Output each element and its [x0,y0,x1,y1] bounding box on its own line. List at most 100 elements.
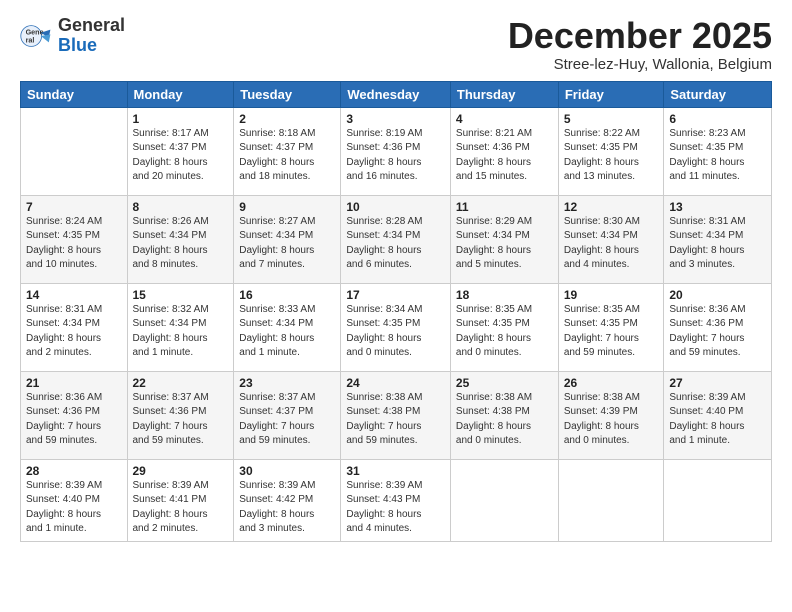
table-row: 12Sunrise: 8:30 AM Sunset: 4:34 PM Dayli… [558,195,664,283]
day-number: 17 [346,288,445,302]
calendar-header-row: Sunday Monday Tuesday Wednesday Thursday… [21,81,772,107]
day-info: Sunrise: 8:19 AM Sunset: 4:36 PM Dayligh… [346,127,445,185]
table-row: 6Sunrise: 8:23 AM Sunset: 4:35 PM Daylig… [664,107,772,195]
table-row: 13Sunrise: 8:31 AM Sunset: 4:34 PM Dayli… [664,195,772,283]
day-info: Sunrise: 8:33 AM Sunset: 4:34 PM Dayligh… [239,303,335,361]
day-info: Sunrise: 8:26 AM Sunset: 4:34 PM Dayligh… [133,215,229,273]
table-row: 9Sunrise: 8:27 AM Sunset: 4:34 PM Daylig… [234,195,341,283]
table-row: 4Sunrise: 8:21 AM Sunset: 4:36 PM Daylig… [450,107,558,195]
table-row: 14Sunrise: 8:31 AM Sunset: 4:34 PM Dayli… [21,283,128,371]
table-row: 3Sunrise: 8:19 AM Sunset: 4:36 PM Daylig… [341,107,451,195]
day-number: 23 [239,376,335,390]
day-info: Sunrise: 8:36 AM Sunset: 4:36 PM Dayligh… [669,303,766,361]
day-info: Sunrise: 8:39 AM Sunset: 4:42 PM Dayligh… [239,479,335,537]
table-row: 17Sunrise: 8:34 AM Sunset: 4:35 PM Dayli… [341,283,451,371]
day-info: Sunrise: 8:39 AM Sunset: 4:40 PM Dayligh… [26,479,122,537]
day-number: 5 [564,112,659,126]
day-number: 18 [456,288,553,302]
day-info: Sunrise: 8:38 AM Sunset: 4:38 PM Dayligh… [346,391,445,449]
day-number: 9 [239,200,335,214]
day-info: Sunrise: 8:27 AM Sunset: 4:34 PM Dayligh… [239,215,335,273]
day-info: Sunrise: 8:31 AM Sunset: 4:34 PM Dayligh… [26,303,122,361]
table-row: 5Sunrise: 8:22 AM Sunset: 4:35 PM Daylig… [558,107,664,195]
day-number: 20 [669,288,766,302]
day-number: 24 [346,376,445,390]
col-thursday: Thursday [450,81,558,107]
day-info: Sunrise: 8:36 AM Sunset: 4:36 PM Dayligh… [26,391,122,449]
location-subtitle: Stree-lez-Huy, Wallonia, Belgium [508,56,772,73]
table-row [21,107,128,195]
table-row: 20Sunrise: 8:36 AM Sunset: 4:36 PM Dayli… [664,283,772,371]
col-friday: Friday [558,81,664,107]
day-info: Sunrise: 8:34 AM Sunset: 4:35 PM Dayligh… [346,303,445,361]
page-container: Gene- ral General Blue December 2025 Str… [0,0,792,552]
day-number: 6 [669,112,766,126]
day-number: 11 [456,200,553,214]
table-row [450,459,558,541]
day-info: Sunrise: 8:32 AM Sunset: 4:34 PM Dayligh… [133,303,229,361]
day-info: Sunrise: 8:38 AM Sunset: 4:39 PM Dayligh… [564,391,659,449]
day-info: Sunrise: 8:21 AM Sunset: 4:36 PM Dayligh… [456,127,553,185]
table-row: 1Sunrise: 8:17 AM Sunset: 4:37 PM Daylig… [127,107,234,195]
day-number: 4 [456,112,553,126]
table-row: 26Sunrise: 8:38 AM Sunset: 4:39 PM Dayli… [558,371,664,459]
logo-text: General Blue [58,16,125,56]
day-number: 19 [564,288,659,302]
day-number: 29 [133,464,229,478]
day-info: Sunrise: 8:39 AM Sunset: 4:40 PM Dayligh… [669,391,766,449]
table-row: 8Sunrise: 8:26 AM Sunset: 4:34 PM Daylig… [127,195,234,283]
day-number: 28 [26,464,122,478]
day-number: 16 [239,288,335,302]
col-tuesday: Tuesday [234,81,341,107]
col-wednesday: Wednesday [341,81,451,107]
svg-text:ral: ral [26,35,35,44]
day-info: Sunrise: 8:24 AM Sunset: 4:35 PM Dayligh… [26,215,122,273]
day-number: 30 [239,464,335,478]
month-title: December 2025 [508,16,772,56]
table-row: 22Sunrise: 8:37 AM Sunset: 4:36 PM Dayli… [127,371,234,459]
day-info: Sunrise: 8:28 AM Sunset: 4:34 PM Dayligh… [346,215,445,273]
table-row: 30Sunrise: 8:39 AM Sunset: 4:42 PM Dayli… [234,459,341,541]
day-number: 7 [26,200,122,214]
day-info: Sunrise: 8:22 AM Sunset: 4:35 PM Dayligh… [564,127,659,185]
day-info: Sunrise: 8:31 AM Sunset: 4:34 PM Dayligh… [669,215,766,273]
day-number: 8 [133,200,229,214]
day-number: 25 [456,376,553,390]
logo-icon: Gene- ral [20,20,52,52]
day-info: Sunrise: 8:17 AM Sunset: 4:37 PM Dayligh… [133,127,229,185]
table-row [558,459,664,541]
day-number: 1 [133,112,229,126]
day-number: 14 [26,288,122,302]
day-info: Sunrise: 8:39 AM Sunset: 4:41 PM Dayligh… [133,479,229,537]
title-block: December 2025 Stree-lez-Huy, Wallonia, B… [508,16,772,73]
table-row: 10Sunrise: 8:28 AM Sunset: 4:34 PM Dayli… [341,195,451,283]
day-info: Sunrise: 8:37 AM Sunset: 4:36 PM Dayligh… [133,391,229,449]
table-row: 16Sunrise: 8:33 AM Sunset: 4:34 PM Dayli… [234,283,341,371]
table-row: 21Sunrise: 8:36 AM Sunset: 4:36 PM Dayli… [21,371,128,459]
table-row: 29Sunrise: 8:39 AM Sunset: 4:41 PM Dayli… [127,459,234,541]
table-row: 11Sunrise: 8:29 AM Sunset: 4:34 PM Dayli… [450,195,558,283]
day-info: Sunrise: 8:39 AM Sunset: 4:43 PM Dayligh… [346,479,445,537]
day-number: 27 [669,376,766,390]
table-row: 18Sunrise: 8:35 AM Sunset: 4:35 PM Dayli… [450,283,558,371]
logo-blue: Blue [58,35,97,55]
day-number: 2 [239,112,335,126]
day-number: 31 [346,464,445,478]
day-info: Sunrise: 8:37 AM Sunset: 4:37 PM Dayligh… [239,391,335,449]
table-row: 7Sunrise: 8:24 AM Sunset: 4:35 PM Daylig… [21,195,128,283]
day-info: Sunrise: 8:23 AM Sunset: 4:35 PM Dayligh… [669,127,766,185]
logo: Gene- ral General Blue [20,16,125,56]
header: Gene- ral General Blue December 2025 Str… [20,16,772,73]
table-row: 28Sunrise: 8:39 AM Sunset: 4:40 PM Dayli… [21,459,128,541]
day-info: Sunrise: 8:18 AM Sunset: 4:37 PM Dayligh… [239,127,335,185]
day-info: Sunrise: 8:29 AM Sunset: 4:34 PM Dayligh… [456,215,553,273]
table-row: 31Sunrise: 8:39 AM Sunset: 4:43 PM Dayli… [341,459,451,541]
logo-general: General [58,15,125,35]
day-number: 10 [346,200,445,214]
table-row: 2Sunrise: 8:18 AM Sunset: 4:37 PM Daylig… [234,107,341,195]
day-number: 12 [564,200,659,214]
table-row [664,459,772,541]
day-info: Sunrise: 8:35 AM Sunset: 4:35 PM Dayligh… [564,303,659,361]
table-row: 19Sunrise: 8:35 AM Sunset: 4:35 PM Dayli… [558,283,664,371]
day-number: 21 [26,376,122,390]
